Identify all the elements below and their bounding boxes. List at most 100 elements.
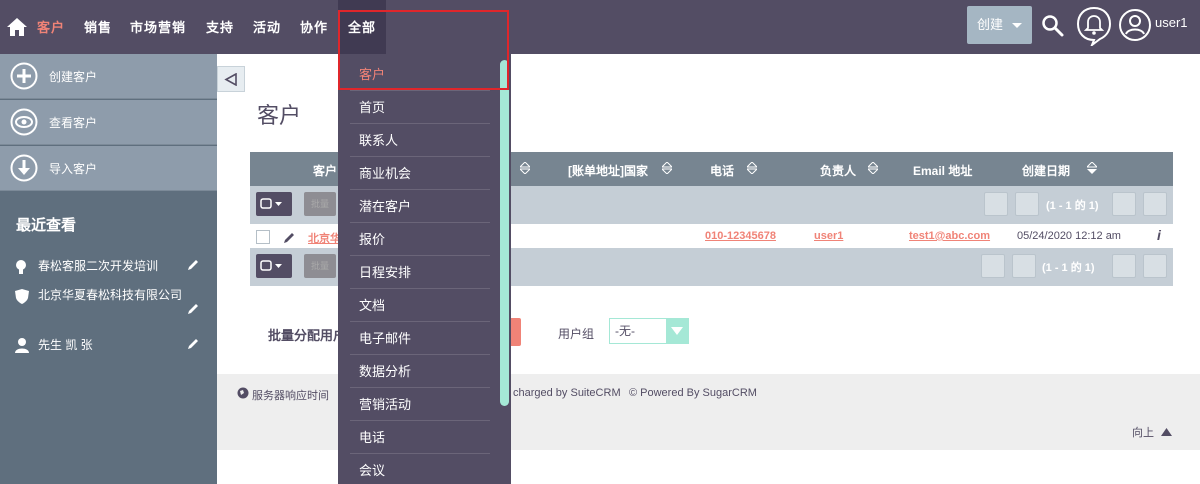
- column-header-created[interactable]: 创建日期: [1022, 162, 1070, 179]
- row-account-name[interactable]: 北京华: [308, 230, 341, 246]
- usergroup-select[interactable]: -无-: [609, 318, 689, 344]
- next-page-button[interactable]: [1112, 254, 1136, 278]
- select-all-button[interactable]: [256, 192, 292, 216]
- bulk-action-button[interactable]: 批量: [304, 192, 336, 216]
- recent-item-label: 先生 凯 张: [38, 338, 93, 352]
- mass-assign-label: 批量分配用户: [268, 328, 347, 343]
- row-owner[interactable]: user1: [814, 230, 843, 242]
- dropdown-item-documents[interactable]: 文档: [350, 289, 490, 322]
- info-icon[interactable]: i: [1157, 227, 1161, 243]
- dropdown-item-reports[interactable]: 数据分析: [350, 355, 490, 388]
- shield-icon: [15, 289, 29, 304]
- dropdown-item-meetings[interactable]: 会议: [350, 454, 490, 484]
- nav-item-accounts[interactable]: 客户: [37, 0, 65, 54]
- column-header-phone[interactable]: 电话: [710, 162, 734, 179]
- chevron-down-icon: [1012, 23, 1022, 28]
- supercharged-link[interactable]: charged by SuiteCRM: [513, 387, 621, 399]
- triangle-left-icon: [224, 73, 237, 86]
- pencil-icon[interactable]: [186, 302, 200, 316]
- all-modules-dropdown: 客户 首页 联系人 商业机会 潜在客户 报价 日程安排 文档 电子邮件 数据分析…: [338, 54, 511, 484]
- nav-item-all[interactable]: 全部: [338, 0, 387, 54]
- plus-icon: [10, 62, 38, 90]
- search-icon[interactable]: [1041, 14, 1065, 38]
- chevron-down-icon: [666, 319, 688, 343]
- column-header-email[interactable]: Email 地址: [913, 162, 972, 179]
- usergroup-value: -无-: [615, 324, 635, 338]
- sort-icon[interactable]: [747, 162, 757, 174]
- dropdown-item-accounts[interactable]: 客户: [350, 58, 490, 91]
- nav-item-activities[interactable]: 活动: [253, 0, 281, 54]
- sidebar: 创建客户 查看客户 导入客户 最近查看 春松客服二次开发培训 北京华夏春松科技有…: [0, 54, 217, 484]
- select-all-button[interactable]: [256, 254, 292, 278]
- prev-page-button[interactable]: [1015, 192, 1039, 216]
- row-checkbox[interactable]: [256, 230, 270, 244]
- dropdown-item-quotes[interactable]: 报价: [350, 223, 490, 256]
- dropdown-item-campaigns[interactable]: 营销活动: [350, 388, 490, 421]
- sidebar-action-label: 查看客户: [49, 116, 98, 130]
- first-page-button[interactable]: [984, 192, 1008, 216]
- nav-item-sales[interactable]: 销售: [84, 0, 112, 54]
- user-icon[interactable]: [1118, 8, 1152, 42]
- pagination-label: (1 - 1 的 1): [1042, 262, 1095, 274]
- create-button[interactable]: 创建: [967, 6, 1032, 44]
- dropdown-item-home[interactable]: 首页: [350, 91, 490, 124]
- back-to-top-link[interactable]: 向上: [1132, 424, 1173, 440]
- lightbulb-icon: [16, 260, 26, 274]
- checkbox-dropdown-icon: [260, 260, 282, 271]
- sort-icon[interactable]: [520, 162, 530, 174]
- triangle-up-icon: [1161, 428, 1173, 436]
- user-menu-label[interactable]: user1: [1155, 15, 1188, 30]
- sidebar-collapse-button[interactable]: [217, 66, 245, 92]
- globe-icon: [237, 387, 249, 399]
- column-header-name[interactable]: 客户: [313, 162, 337, 179]
- bulk-action-button[interactable]: 批量: [304, 254, 336, 278]
- back-to-top-label: 向上: [1132, 427, 1154, 439]
- nav-item-support[interactable]: 支持: [206, 0, 234, 54]
- top-navbar: 客户 销售 市场营销 支持 活动 协作 全部 创建 user1: [0, 0, 1200, 54]
- dropdown-item-emails[interactable]: 电子邮件: [350, 322, 490, 355]
- pencil-icon[interactable]: [186, 258, 200, 272]
- pencil-icon[interactable]: [282, 231, 296, 245]
- sidebar-action-import-accounts[interactable]: 导入客户: [0, 146, 217, 191]
- dropdown-item-opportunities[interactable]: 商业机会: [350, 157, 490, 190]
- dropdown-item-leads[interactable]: 潜在客户: [350, 190, 490, 223]
- row-email[interactable]: test1@abc.com: [909, 230, 990, 242]
- dropdown-item-contacts[interactable]: 联系人: [350, 124, 490, 157]
- bell-icon[interactable]: [1076, 6, 1112, 46]
- sort-icon[interactable]: [662, 162, 672, 174]
- sidebar-action-view-accounts[interactable]: 查看客户: [0, 100, 217, 145]
- row-phone[interactable]: 010-12345678: [705, 230, 776, 242]
- column-header-owner[interactable]: 负责人: [820, 162, 856, 179]
- sidebar-action-create-account[interactable]: 创建客户: [0, 54, 217, 99]
- pencil-icon[interactable]: [186, 337, 200, 351]
- recent-item-label: 春松客服二次开发培训: [38, 259, 159, 273]
- column-header-country[interactable]: [账单地址]国家: [568, 162, 648, 179]
- recent-title: 最近查看: [16, 217, 77, 234]
- dropdown-scrollbar[interactable]: [500, 60, 509, 406]
- recent-item[interactable]: 先生 凯 张: [14, 337, 184, 357]
- dropdown-item-calendar[interactable]: 日程安排: [350, 256, 490, 289]
- first-page-button[interactable]: [981, 254, 1005, 278]
- sort-icon[interactable]: [868, 162, 878, 174]
- last-page-button[interactable]: [1143, 254, 1167, 278]
- checkbox-dropdown-icon: [260, 198, 282, 209]
- nav-item-marketing[interactable]: 市场营销: [130, 0, 186, 54]
- dropdown-item-calls[interactable]: 电话: [350, 421, 490, 454]
- recent-item[interactable]: 北京华夏春松科技有限公司: [14, 287, 189, 323]
- sort-desc-icon[interactable]: [1087, 162, 1097, 174]
- create-button-label: 创建: [977, 17, 1004, 32]
- powered-by-link[interactable]: © Powered By SugarCRM: [629, 387, 757, 399]
- eye-icon: [10, 108, 38, 136]
- nav-item-collaboration[interactable]: 协作: [300, 0, 328, 54]
- next-page-button[interactable]: [1112, 192, 1136, 216]
- home-icon[interactable]: [6, 16, 28, 38]
- recent-item[interactable]: 春松客服二次开发培训: [14, 258, 204, 278]
- sidebar-action-label: 导入客户: [49, 162, 98, 176]
- last-page-button[interactable]: [1143, 192, 1167, 216]
- row-created: 05/24/2020 12:12 am: [1017, 230, 1121, 242]
- usergroup-label: 用户组: [558, 327, 595, 341]
- prev-page-button[interactable]: [1012, 254, 1036, 278]
- import-icon: [10, 154, 38, 182]
- sidebar-action-label: 创建客户: [49, 70, 98, 84]
- page-title: 客户: [257, 103, 302, 128]
